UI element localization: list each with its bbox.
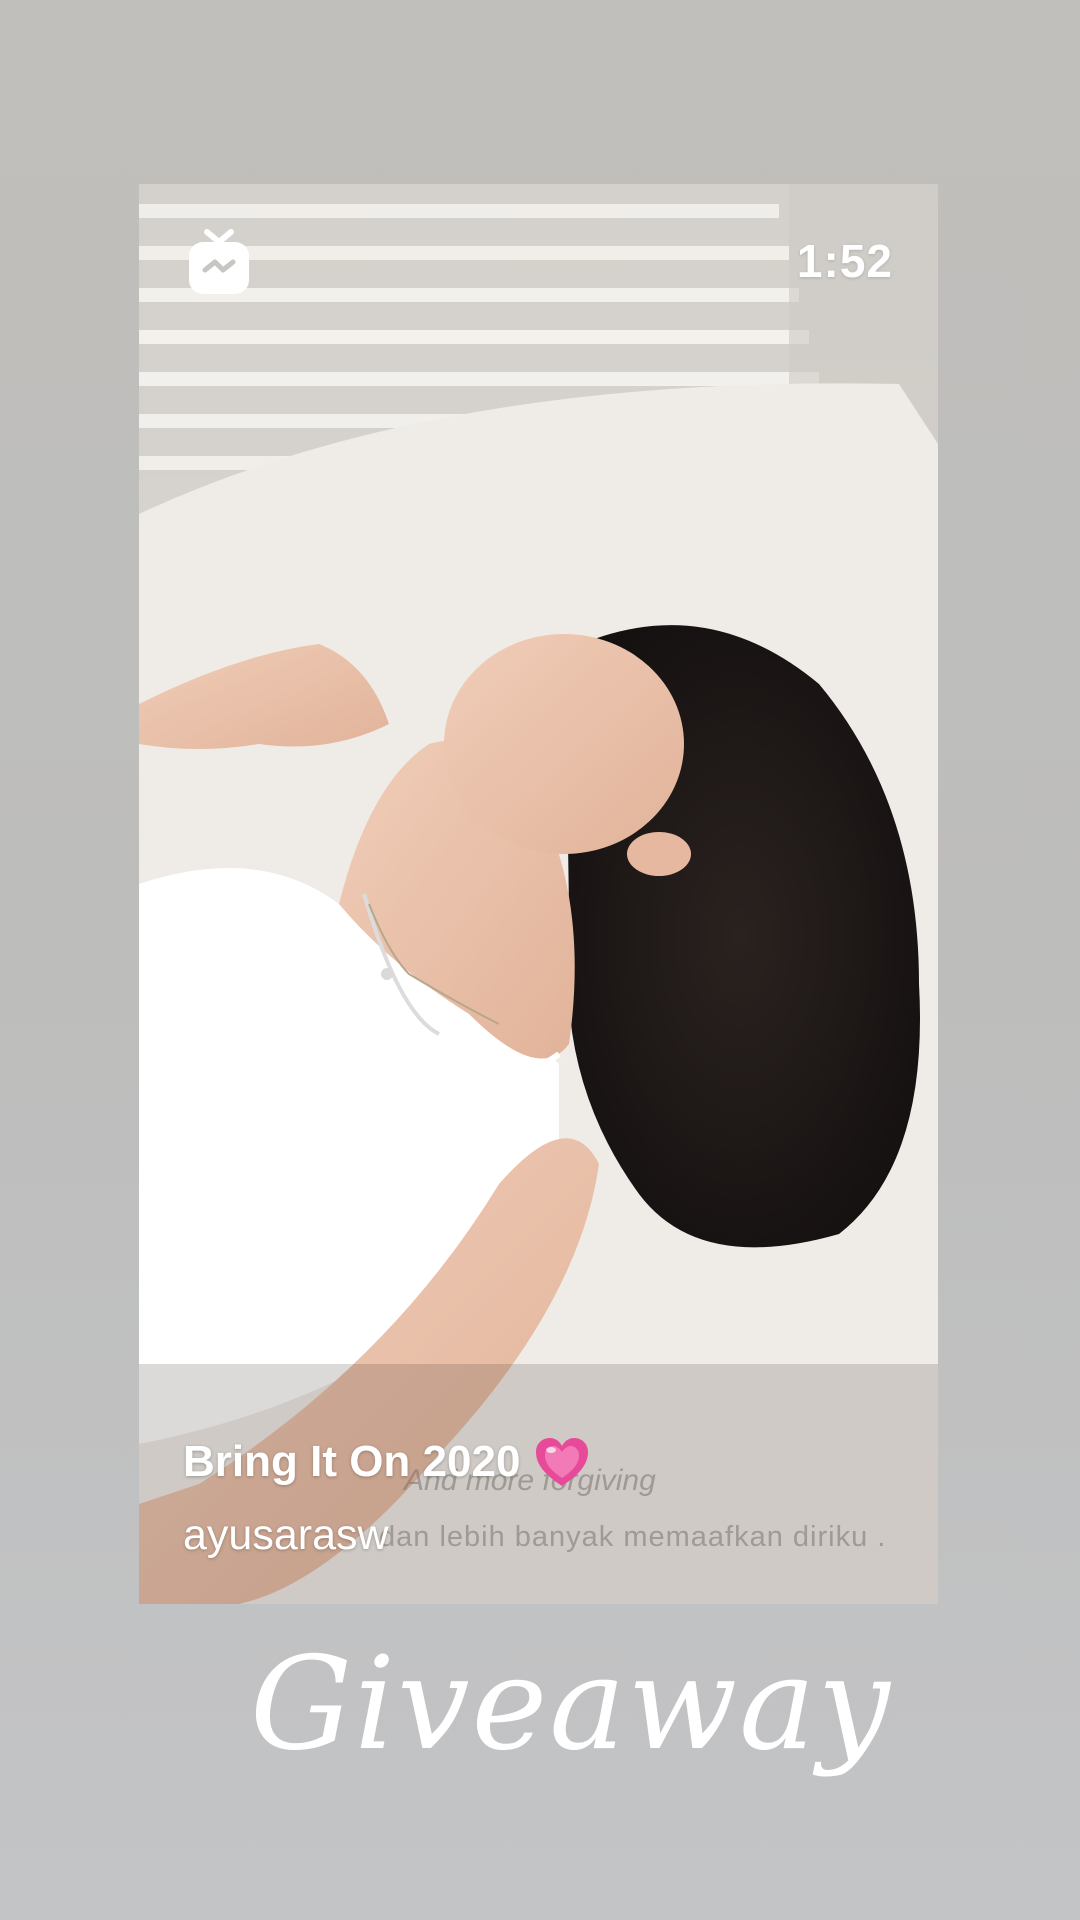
igtv-icon	[187, 226, 251, 296]
subtitle-indonesian: dan lebih banyak memaafkan diriku .	[379, 1521, 887, 1553]
video-title: Bring It On 2020	[183, 1437, 521, 1486]
video-thumbnail	[139, 184, 938, 1604]
heart-emoji-icon	[534, 1436, 590, 1488]
channel-name[interactable]: ayusarasw	[183, 1511, 389, 1560]
igtv-video-card[interactable]: 1:52 And more forgiving dan lebih banyak…	[139, 184, 938, 1604]
video-duration: 1:52	[796, 235, 893, 287]
video-title-row: Bring It On 2020	[183, 1436, 590, 1488]
giveaway-sticker: Giveaway	[250, 1630, 892, 1779]
